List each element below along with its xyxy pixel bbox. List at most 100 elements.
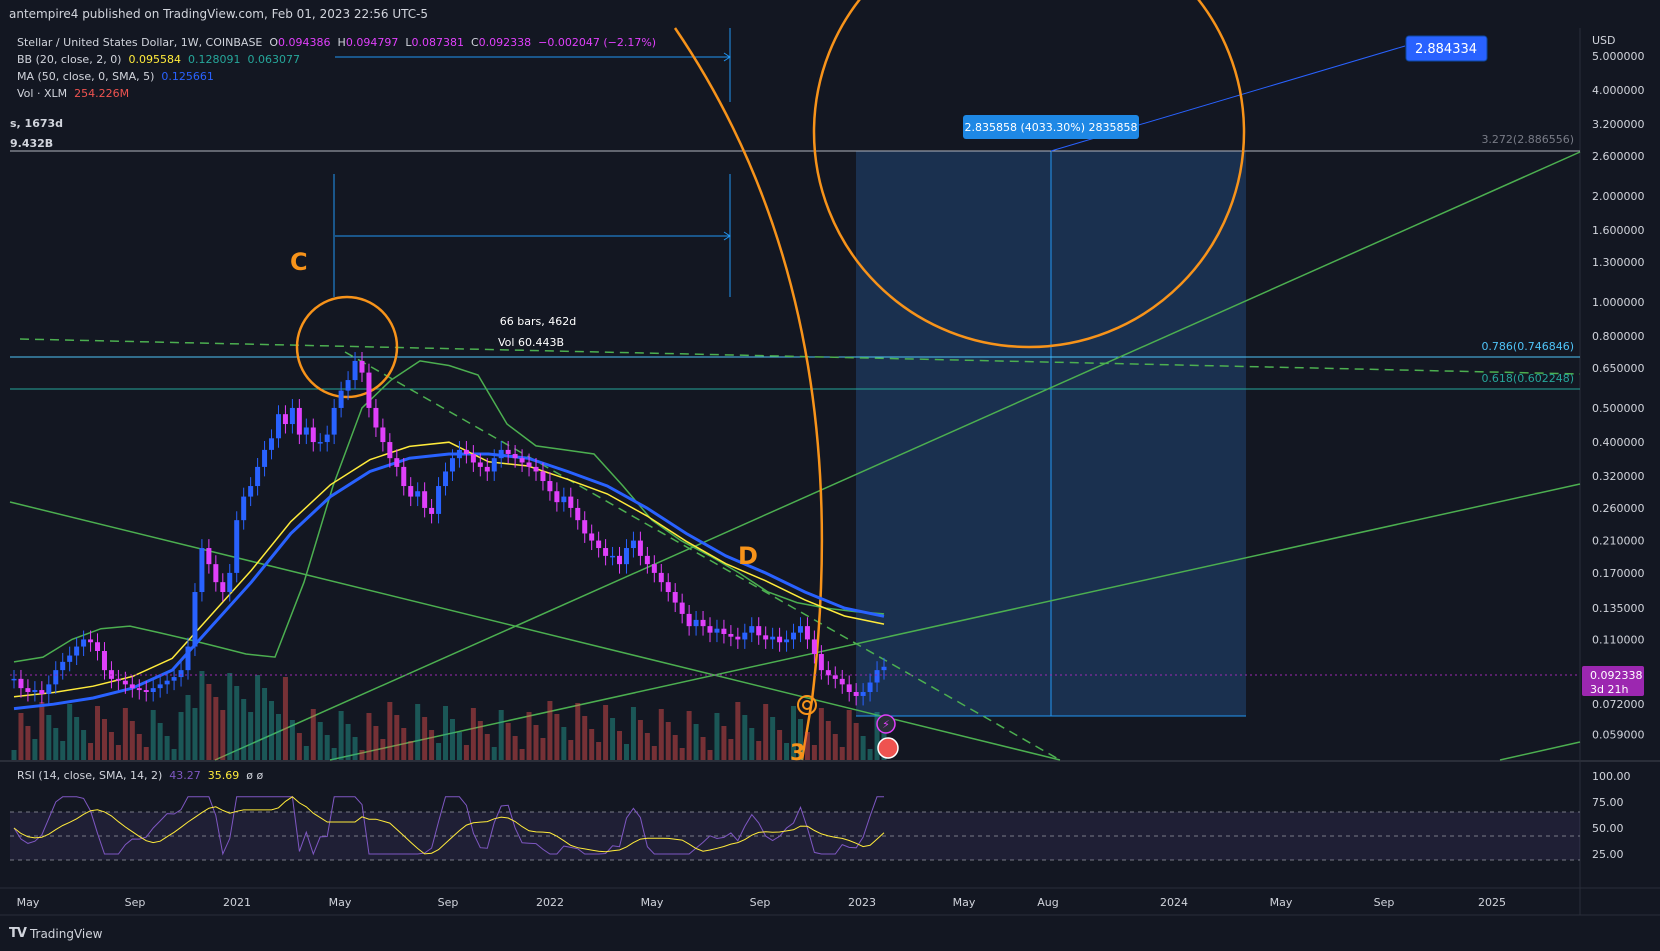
volume-bar: [262, 688, 268, 760]
candle-body: [505, 449, 511, 454]
candle-body: [81, 639, 87, 647]
footer-brand[interactable]: TradingView: [30, 927, 103, 941]
volume-bar: [443, 706, 449, 760]
close-label: C: [470, 36, 479, 49]
candle-body: [818, 654, 824, 671]
candle-body: [380, 427, 386, 443]
price-tick-label: 0.135000: [1592, 602, 1645, 615]
candle-body: [436, 486, 442, 514]
volume-bar: [686, 711, 692, 760]
volume-bar: [303, 746, 309, 760]
volume-bar: [331, 748, 337, 760]
candle-body: [561, 496, 567, 503]
tradingview-logo-icon[interactable]: TV: [9, 926, 27, 941]
measure-bars-text: 66 bars, 462d: [500, 315, 576, 328]
volume-bar: [491, 747, 497, 760]
time-tick-label: 2022: [536, 896, 564, 909]
price-tick-label: 0.400000: [1592, 436, 1645, 449]
volume-bar: [157, 723, 163, 760]
candle-body: [88, 639, 94, 643]
candle-body: [554, 491, 560, 503]
rsi-label[interactable]: RSI (14, close, SMA, 14, 2): [17, 769, 162, 782]
volume-bar: [53, 728, 59, 760]
bb-basis-value: 0.095584: [128, 53, 181, 66]
price-tick-label: 0.650000: [1592, 362, 1645, 375]
rsi-tick-label: 100.00: [1592, 770, 1631, 783]
volume-bar: [700, 737, 706, 760]
ma-label[interactable]: MA (50, close, 0, SMA, 5): [17, 70, 154, 83]
symbol-title[interactable]: Stellar / United States Dollar, 1W, COIN…: [17, 36, 262, 49]
candle-body: [178, 670, 184, 678]
volume-bar: [227, 673, 233, 760]
us-flag-event-icon[interactable]: [877, 737, 899, 759]
wave-label-3: 3: [790, 741, 805, 766]
time-axis-ticks: May Sep 2021 May Sep 2022 May Sep 2023 May Aug 2024…: [17, 896, 1506, 909]
volume-bar: [526, 712, 532, 760]
duration-label: s, 1673d: [10, 117, 64, 130]
volume-bar: [178, 712, 184, 760]
volume-bar: [693, 724, 699, 760]
candle-body: [443, 471, 449, 487]
candle-body: [18, 678, 24, 689]
volume-bar: [456, 732, 462, 760]
price-tick-label: 4.000000: [1592, 84, 1645, 97]
candle-body: [651, 564, 657, 573]
volume-bar: [95, 706, 101, 760]
candle-body: [269, 438, 275, 450]
vol-label[interactable]: Vol · XLM: [17, 87, 67, 100]
volume-bar: [150, 710, 156, 760]
candle-body: [157, 684, 163, 689]
candle-body: [338, 390, 344, 408]
candle-body: [456, 449, 462, 459]
volume-bar: [770, 717, 776, 760]
price-tick-label: 0.800000: [1592, 330, 1645, 343]
volume-bar: [610, 718, 616, 760]
volume-bar: [108, 732, 114, 760]
volume-bar: [401, 728, 407, 760]
candle-body: [192, 592, 198, 647]
volume-bar: [81, 730, 87, 760]
candle-body: [791, 632, 797, 640]
volume-bar: [735, 702, 741, 760]
candle-body: [811, 639, 817, 655]
candle-body: [136, 688, 142, 691]
candle-body: [512, 453, 518, 459]
candle-body: [797, 626, 803, 633]
volume-bar: [665, 722, 671, 760]
candle-body: [310, 427, 316, 443]
candle-body: [171, 677, 177, 681]
volume-bar: [380, 739, 386, 760]
rsi-extra: ø ø: [246, 769, 264, 782]
candle-body: [540, 471, 546, 482]
chart-canvas[interactable]: USD 5.000000 4.000000 3.200000 2.600000 2.00…: [0, 0, 1660, 951]
target-price-text: 2.884334: [1415, 42, 1477, 57]
bb-label[interactable]: BB (20, close, 2, 0): [17, 53, 121, 66]
fib-label-0618: 0.618(0.602248): [1481, 372, 1574, 385]
candle-body: [756, 626, 762, 636]
candle-body: [282, 414, 288, 425]
price-tick-label: 0.260000: [1592, 502, 1645, 515]
volume-bar: [825, 721, 831, 760]
candle-body: [255, 466, 261, 487]
volume-bar: [617, 731, 623, 760]
volume-bar: [88, 743, 94, 760]
volume-bar: [763, 704, 769, 760]
volume-bar: [811, 745, 817, 760]
candle-body: [289, 407, 295, 425]
volume-bar: [255, 675, 261, 760]
volume-bar: [846, 710, 852, 760]
candle-body: [463, 449, 469, 454]
volume-bar: [449, 719, 455, 760]
candle-body: [46, 684, 52, 694]
volume-bar: [422, 717, 428, 760]
candle-body: [749, 626, 755, 633]
lightning-icon: ⚡: [882, 718, 890, 731]
candle-body: [394, 458, 400, 467]
volume-bar: [742, 715, 748, 760]
candle-body: [373, 407, 379, 428]
candle-body: [742, 632, 748, 640]
volume-bar: [429, 730, 435, 760]
candle-body: [115, 678, 121, 681]
volume-bar: [547, 701, 553, 760]
candle-body: [679, 602, 685, 614]
